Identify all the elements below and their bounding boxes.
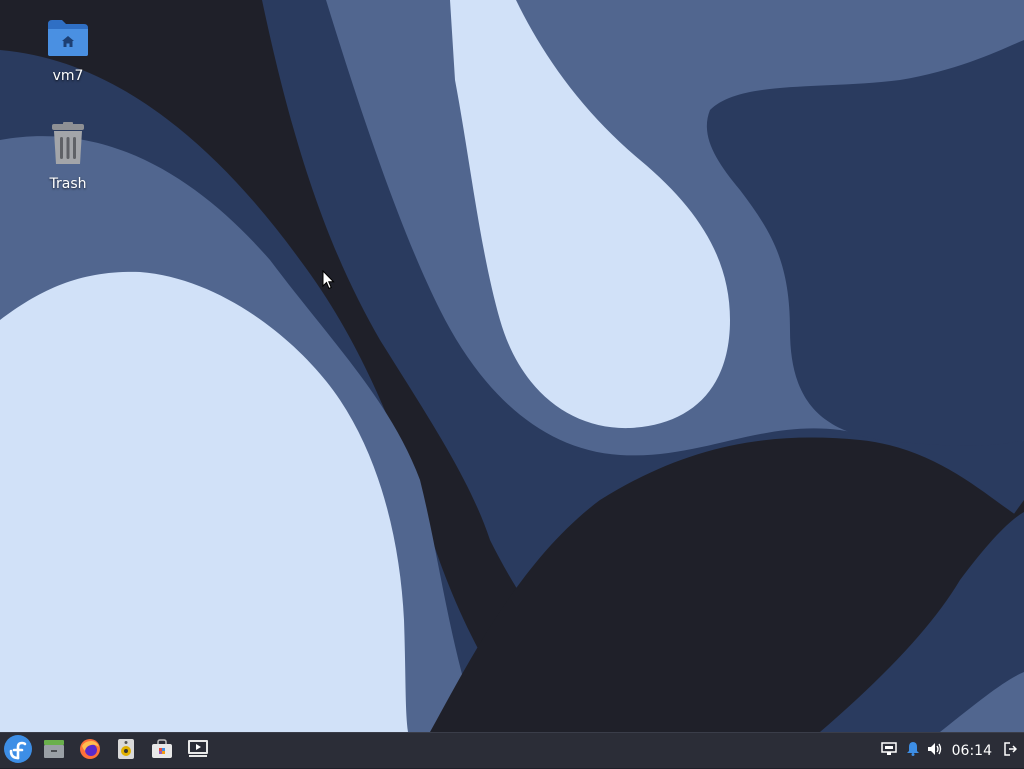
fedora-logo-icon xyxy=(3,734,33,768)
volume-button[interactable] xyxy=(924,733,946,769)
clock-time: 06:14 xyxy=(951,742,992,759)
firefox-launcher[interactable] xyxy=(72,733,108,769)
software-center-launcher[interactable] xyxy=(144,733,180,769)
desktop-icon-label: Trash xyxy=(49,176,87,192)
software-bag-icon xyxy=(151,738,173,763)
file-manager-launcher[interactable] xyxy=(36,733,72,769)
firefox-icon xyxy=(79,738,101,764)
video-player-icon xyxy=(187,739,209,763)
desktop-icon-label: vm7 xyxy=(52,68,84,84)
speaker-app-icon xyxy=(117,738,135,764)
desktop-icon-home[interactable]: vm7 xyxy=(20,18,116,84)
media-player-launcher[interactable] xyxy=(180,733,216,769)
network-status-button[interactable] xyxy=(876,733,902,769)
volume-icon xyxy=(927,741,943,760)
start-menu-button[interactable] xyxy=(0,733,36,769)
taskbar: 06:14 xyxy=(0,732,1024,768)
network-wired-icon xyxy=(880,741,897,760)
file-cabinet-icon xyxy=(43,739,65,763)
home-folder-icon xyxy=(46,18,90,62)
clock-button[interactable]: 06:14 xyxy=(946,733,998,769)
logout-button[interactable] xyxy=(998,733,1022,769)
bell-icon xyxy=(906,741,920,760)
desktop-wallpaper xyxy=(0,0,1024,732)
trash-icon xyxy=(48,122,88,170)
system-tray: 06:14 xyxy=(876,733,1024,769)
mouse-cursor-icon xyxy=(322,270,335,290)
desktop-icon-trash[interactable]: Trash xyxy=(20,122,116,192)
notifications-button[interactable] xyxy=(902,733,924,769)
logout-icon xyxy=(1003,741,1018,761)
audio-player-launcher[interactable] xyxy=(108,733,144,769)
